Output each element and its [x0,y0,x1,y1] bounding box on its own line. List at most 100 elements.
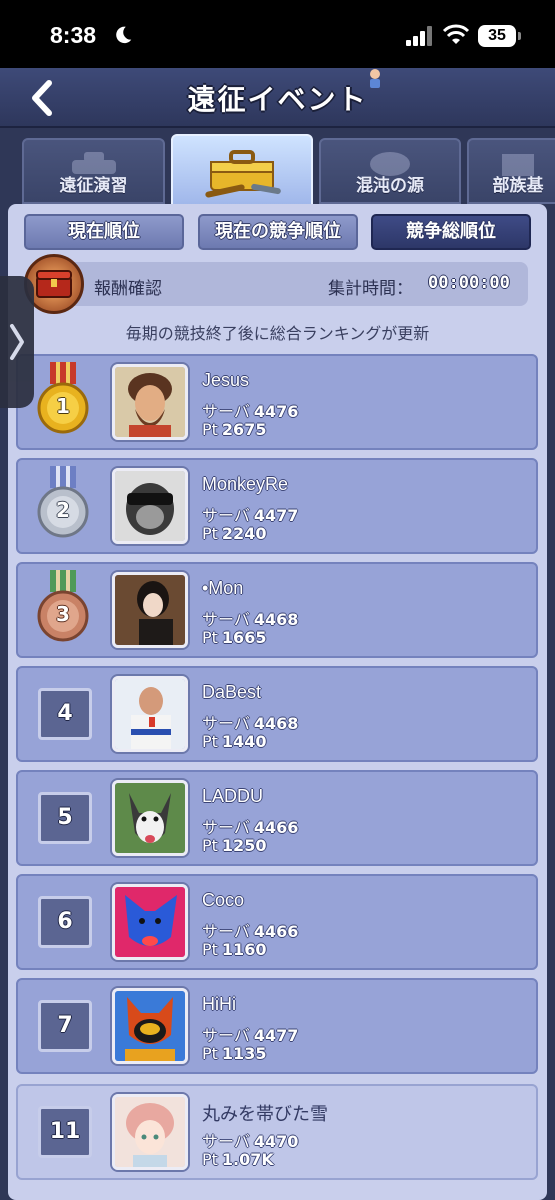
avatar[interactable] [112,988,188,1064]
server-info: サーバ 4466 [202,814,298,838]
avatar-image [115,575,185,645]
ranking-row[interactable]: 4 DaBest サーバ 4468 Pt 1440 [16,666,538,762]
moon-icon [116,26,132,44]
server-number: 4468 [253,714,299,733]
server-number: 4468 [253,610,299,629]
tank-icon [71,152,116,174]
server-label: サーバ [202,610,250,629]
building-icon [502,154,534,176]
status-bar: 8:38 35 [0,0,555,68]
points-label: Pt [202,1150,218,1169]
treasure-chest-icon [36,270,72,298]
timer-value: 00:00:00 [428,273,510,293]
server-info: サーバ 4477 [202,1022,298,1046]
server-info: サーバ 4476 [202,398,298,422]
tab-tribe-base[interactable]: 部族基 [467,138,555,204]
avatar[interactable] [112,364,188,440]
avatar-image [115,887,185,957]
points-value: 2240 [221,524,267,543]
subtab-current-rank[interactable]: 現在順位 [24,214,184,250]
server-label: サーバ [202,714,250,733]
player-name: Coco [202,890,245,910]
server-number: 4470 [253,1132,299,1151]
avatar-image [115,367,185,437]
points-info: Pt 1.07K [202,1150,274,1169]
category-tabs: 遠征演習 混沌の源 部族基 [0,130,555,208]
battery-indicator: 35 [478,25,521,47]
points-value: 1250 [221,836,267,855]
points-value: 1160 [221,940,267,959]
avatar-image [115,679,185,749]
side-drawer-handle[interactable] [0,276,34,408]
avatar-image [115,783,185,853]
points-value: 2675 [221,420,267,439]
subtab-overall-rank[interactable]: 競争総順位 [371,214,531,250]
server-label: サーバ [202,922,250,941]
server-number: 4477 [253,506,299,525]
wifi-icon [442,24,470,44]
server-info: サーバ 4468 [202,606,298,630]
tab-source-of-chaos[interactable]: 混沌の源 [319,138,461,204]
points-label: Pt [202,732,218,751]
points-info: Pt 1665 [202,628,266,647]
points-info: Pt 2675 [202,420,266,439]
player-name: LADDU [202,786,264,806]
points-info: Pt 2240 [202,524,266,543]
avatar-image [115,471,185,541]
own-ranking-row[interactable]: 11 丸みを帯びた雪 サーバ 4470 Pt 1.07K [16,1084,538,1180]
server-number: 4466 [253,818,299,837]
rank-number: 1 [56,394,70,418]
ranking-notice: 毎期の競技終了後に総合ランキングが更新 [125,324,430,343]
server-number: 4477 [253,1026,299,1045]
server-label: サーバ [202,402,250,421]
player-name: Jesus [202,370,250,390]
avatar[interactable] [112,676,188,752]
player-name: •Mon [202,578,244,598]
ranking-row[interactable]: 7 HiHi サーバ 4477 Pt 1135 [16,978,538,1074]
ranking-row[interactable]: 6 Coco サーバ 4466 Pt 1160 [16,874,538,970]
points-label: Pt [202,836,218,855]
player-name: DaBest [202,682,262,702]
avatar[interactable] [112,468,188,544]
ranking-row[interactable]: 1 Jesus サーバ 4476 Pt 2675 [16,354,538,450]
server-info: サーバ 4477 [202,502,298,526]
ranking-subtabs: 現在順位 現在の競争順位 競争総順位 [8,214,547,252]
points-label: Pt [202,1044,218,1063]
avatar[interactable] [112,780,188,856]
rank-number: 11 [38,1106,92,1158]
points-value: 1440 [221,732,267,751]
avatar-image [115,1097,185,1167]
rank-number: 7 [38,1000,92,1052]
points-label: Pt [202,940,218,959]
signal-icon [406,26,432,46]
timer-label: 集計時間： [328,279,413,299]
avatar-image [115,991,185,1061]
avatar[interactable] [112,572,188,648]
subtab-current-competition-rank[interactable]: 現在の競争順位 [198,214,358,250]
tab-expedition-drill[interactable]: 遠征演習 [22,138,165,204]
server-label: サーバ [202,506,250,525]
status-time: 8:38 [50,22,97,48]
page-title: 遠征イベント [187,83,368,116]
ranking-row[interactable]: 5 LADDU サーバ 4466 Pt 1250 [16,770,538,866]
mascot-icon [370,69,380,88]
points-value: 1135 [221,1044,267,1063]
rank-number: 6 [38,896,92,948]
ranking-row[interactable]: 3 •Mon サーバ 4468 Pt 1665 [16,562,538,658]
points-label: Pt [202,524,218,543]
points-label: Pt [202,420,218,439]
tab-current-event[interactable] [171,134,313,208]
points-info: Pt 1250 [202,836,266,855]
creature-icon [370,152,410,176]
ranking-row[interactable]: 2 MonkeyRe サーバ 4477 Pt 2240 [16,458,538,554]
avatar[interactable] [112,1094,188,1170]
server-info: サーバ 4466 [202,918,298,942]
rank-number: 4 [38,688,92,740]
avatar[interactable] [112,884,188,960]
player-name: MonkeyRe [202,474,289,494]
points-info: Pt 1160 [202,940,266,959]
server-label: サーバ [202,1026,250,1045]
rank-number: 3 [56,602,70,626]
reward-check-label[interactable]: 報酬確認 [94,274,162,299]
server-number: 4466 [253,922,299,941]
